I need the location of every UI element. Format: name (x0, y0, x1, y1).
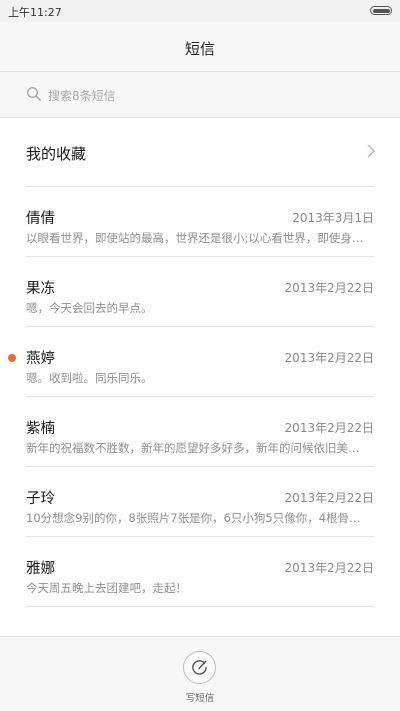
search-input[interactable]: 搜索8条短信 (0, 72, 400, 118)
message-preview: 嗯，今天会回去的早点。 (26, 301, 153, 315)
conversation-item[interactable]: 紫楠 2013年2月22日 新年的祝福数不胜数，新年的愿望好多好多，新年的问候依… (0, 396, 400, 466)
divider (26, 606, 374, 607)
message-date: 2013年2月22日 (284, 281, 374, 295)
contact-name: 子玲 (26, 491, 55, 507)
compose-icon (192, 660, 207, 675)
conversation-item[interactable]: 倩倩 2013年3月1日 以眼看世界，即使站的最高，世界还是很小;以心看世界，即… (0, 186, 400, 256)
conversation-item[interactable]: 燕婷 2013年2月22日 嗯。收到啦。同乐同乐。 (0, 326, 400, 396)
contact-name: 倩倩 (26, 211, 55, 227)
unread-indicator-icon (8, 354, 16, 362)
search-icon (26, 86, 41, 101)
message-date: 2013年2月22日 (284, 421, 374, 435)
message-preview: 新年的祝福数不胜数，新年的愿望好多好多，新年的问候依旧美… (26, 441, 360, 455)
search-placeholder: 搜索8条短信 (48, 89, 116, 103)
chevron-right-icon (367, 144, 375, 158)
status-bar: 上午11:27 (0, 0, 400, 22)
compose-button[interactable] (183, 651, 216, 684)
contact-name: 果冻 (26, 281, 55, 297)
favorites-label: 我的收藏 (26, 145, 87, 163)
message-date: 2013年2月22日 (284, 491, 374, 505)
page-title: 短信 (184, 40, 215, 58)
battery-icon (370, 6, 392, 15)
header: 短信 (0, 22, 400, 72)
message-preview: 嗯。收到啦。同乐同乐。 (26, 371, 153, 385)
contact-name: 紫楠 (26, 421, 55, 437)
conversation-item[interactable]: 雅娜 2013年2月22日 今天周五晚上去团建吧，走起！ (0, 536, 400, 606)
conversation-item[interactable]: 果冻 2013年2月22日 嗯，今天会回去的早点。 (0, 256, 400, 326)
contact-name: 燕婷 (26, 351, 55, 367)
compose-label: 写短信 (185, 693, 215, 704)
bottom-toolbar: 写短信 (0, 636, 400, 711)
favorites-row[interactable]: 我的收藏 (0, 118, 400, 186)
contact-name: 雅娜 (26, 561, 55, 577)
message-date: 2013年2月22日 (284, 351, 374, 365)
message-date: 2013年3月1日 (292, 211, 374, 225)
message-preview: 今天周五晚上去团建吧，走起！ (26, 581, 187, 595)
message-date: 2013年2月22日 (284, 561, 374, 575)
message-preview: 10分想念9别的你，8张照片7张是你，6只小狗5只像你，4根骨… (26, 511, 361, 525)
conversation-item[interactable]: 子玲 2013年2月22日 10分想念9别的你，8张照片7张是你，6只小狗5只像… (0, 466, 400, 536)
status-time: 上午11:27 (8, 6, 62, 19)
message-preview: 以眼看世界，即使站的最高，世界还是很小;以心看世界，即使身… (26, 231, 364, 245)
